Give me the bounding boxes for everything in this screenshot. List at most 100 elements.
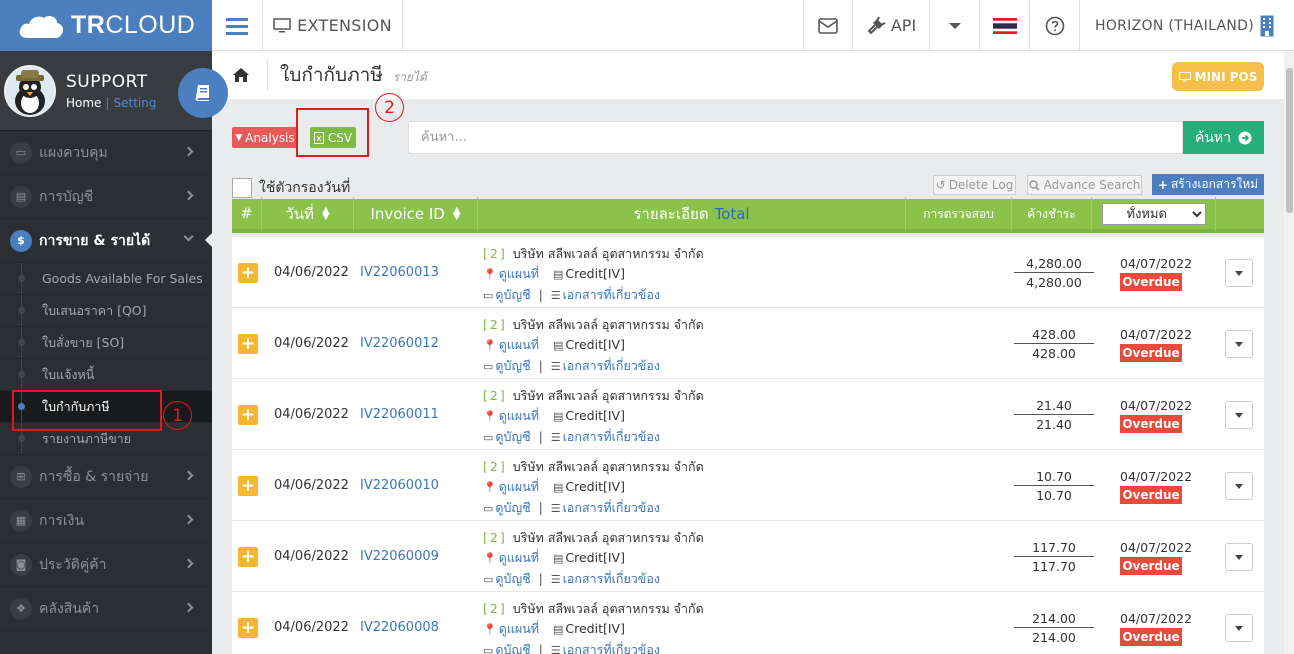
- expand-button[interactable]: +: [238, 476, 258, 496]
- expand-button[interactable]: +: [238, 263, 258, 283]
- table-row[interactable]: + 04/06/2022 IV22060013 [2] บริษัท สลีพเว…: [232, 237, 1264, 308]
- row-due-date: 04/07/2022: [1120, 540, 1193, 555]
- list-icon: ☰: [550, 289, 561, 302]
- date-filter-checkbox[interactable]: [232, 178, 252, 198]
- advance-search-button[interactable]: Advance Search: [1027, 175, 1142, 195]
- extension-button[interactable]: EXTENSION: [263, 0, 403, 51]
- table-row[interactable]: + 04/06/2022 IV22060012 [2] บริษัท สลีพเว…: [232, 308, 1264, 379]
- row-invoice-link[interactable]: IV22060009: [360, 549, 439, 564]
- table-row[interactable]: + 04/06/2022 IV22060008 [2] บริษัท สลีพเว…: [232, 592, 1264, 654]
- column-header-date[interactable]: วันที่ ▲ ▼: [262, 197, 354, 231]
- chevron-right-icon: [183, 514, 194, 525]
- scrollbar-thumb[interactable]: [1286, 68, 1293, 213]
- mail-button[interactable]: [804, 0, 853, 51]
- row-account-link[interactable]: ดูบัญชี: [495, 500, 530, 515]
- sidebar-item-purchases[interactable]: ⊞ การซื้อ & รายจ่าย: [0, 455, 212, 499]
- row-actions-dropdown[interactable]: [1225, 543, 1253, 571]
- delete-log-button[interactable]: ↺ Delete Log: [933, 175, 1016, 195]
- row-actions-dropdown[interactable]: [1225, 330, 1253, 358]
- row-account-link[interactable]: ดูบัญชี: [495, 642, 530, 654]
- brand-logo[interactable]: TRCLOUD: [0, 0, 212, 51]
- chevron-right-icon: [183, 558, 194, 569]
- sidebar-subitem-sales-order[interactable]: ใบสั่งขาย [SO]: [0, 327, 212, 359]
- profile-name: SUPPORT: [66, 71, 148, 92]
- brand-text-light: CLOUD: [105, 11, 196, 39]
- language-flag-button[interactable]: [980, 0, 1030, 51]
- table-row[interactable]: + 04/06/2022 IV22060009 [2] บริษัท สลีพเว…: [232, 521, 1264, 592]
- sidebar-subitem-quotation[interactable]: ใบเสนอราคา [QO]: [0, 295, 212, 327]
- row-account-link[interactable]: ดูบัญชี: [495, 571, 530, 586]
- home-link[interactable]: Home: [66, 96, 101, 110]
- sidebar-item-finance[interactable]: ▦ การเงิน: [0, 499, 212, 543]
- dropdown-toggle-button[interactable]: [930, 0, 980, 51]
- row-date: 04/06/2022: [274, 407, 349, 422]
- row-account-link[interactable]: ดูบัญชี: [495, 287, 530, 302]
- analysis-button[interactable]: ▼ Analysis: [232, 127, 298, 148]
- expand-button[interactable]: +: [238, 405, 258, 425]
- sidebar-subitem-invoice[interactable]: ใบแจ้งหนี้: [0, 359, 212, 391]
- row-invoice-link[interactable]: IV22060011: [360, 407, 439, 422]
- top-bar: EXTENSION API HORIZON (THAILAND): [212, 0, 1294, 51]
- row-actions-dropdown[interactable]: [1225, 401, 1253, 429]
- row-map-line: 📍 ดูแผนที่ ▤ Credit[IV]: [483, 477, 625, 497]
- column-header-invoice-id[interactable]: Invoice ID ▲ ▼: [354, 197, 478, 231]
- expand-button[interactable]: +: [238, 334, 258, 354]
- sidebar-item-contacts[interactable]: ◙ ประวัติคู่ค้า: [0, 543, 212, 587]
- chevron-right-icon: [183, 470, 194, 481]
- search-button[interactable]: ค้นหา: [1183, 121, 1264, 154]
- caret-down-icon: [948, 22, 961, 29]
- row-docs-link[interactable]: เอกสารที่เกี่ยวข้อง: [563, 642, 660, 654]
- row-invoice-link[interactable]: IV22060010: [360, 478, 439, 493]
- row-docs-link[interactable]: เอกสารที่เกี่ยวข้อง: [563, 500, 660, 515]
- row-invoice-link[interactable]: IV22060013: [360, 265, 439, 280]
- row-actions-dropdown[interactable]: [1225, 472, 1253, 500]
- row-actions-dropdown[interactable]: [1225, 259, 1253, 287]
- status-filter-select[interactable]: ทั้งหมด: [1101, 203, 1206, 225]
- sidebar-item-sales[interactable]: $ การขาย & รายได้: [0, 219, 212, 263]
- sidebar-item-inventory[interactable]: ❖ คลังสินค้า: [0, 587, 212, 631]
- desktop-icon: ▭: [483, 289, 494, 302]
- row-invoice-link[interactable]: IV22060012: [360, 336, 439, 351]
- expand-button[interactable]: +: [238, 547, 258, 567]
- row-docs-link[interactable]: เอกสารที่เกี่ยวข้อง: [563, 358, 660, 373]
- row-map-link[interactable]: ดูแผนที่: [499, 621, 539, 636]
- row-actions-dropdown[interactable]: [1225, 614, 1253, 642]
- row-map-link[interactable]: ดูแผนที่: [499, 408, 539, 423]
- setting-link[interactable]: Setting: [113, 96, 156, 110]
- row-account-link[interactable]: ดูบัญชี: [495, 358, 530, 373]
- status-badge: Overdue: [1120, 415, 1182, 433]
- company-selector[interactable]: HORIZON (THAILAND): [1080, 0, 1294, 51]
- date-filter-toggle[interactable]: ใช้ตัวกรองวันที่: [232, 177, 350, 199]
- sidebar-item-dashboard[interactable]: ▭ แผงควบคุม: [0, 131, 212, 175]
- row-company-name: บริษัท สลีพเวลล์ อุตสาหกรรม จำกัด: [512, 388, 704, 403]
- row-account-link[interactable]: ดูบัญชี: [495, 429, 530, 444]
- home-icon[interactable]: [232, 67, 250, 83]
- search-input[interactable]: [408, 121, 1183, 154]
- avatar[interactable]: [4, 64, 56, 117]
- row-docs-link[interactable]: เอกสารที่เกี่ยวข้อง: [563, 571, 660, 586]
- row-docs-link[interactable]: เอกสารที่เกี่ยวข้อง: [563, 429, 660, 444]
- row-map-link[interactable]: ดูแผนที่: [499, 479, 539, 494]
- table-row[interactable]: + 04/06/2022 IV22060010 [2] บริษัท สลีพเว…: [232, 450, 1264, 521]
- row-invoice-link[interactable]: IV22060008: [360, 620, 439, 635]
- expand-button[interactable]: +: [238, 618, 258, 638]
- table-row[interactable]: + 04/06/2022 IV22060011 [2] บริษัท สลีพเว…: [232, 379, 1264, 450]
- row-amount-total: 214.00: [1014, 611, 1094, 628]
- cart-icon: ⊞: [10, 465, 32, 488]
- row-map-link[interactable]: ดูแผนที่: [499, 337, 539, 352]
- row-amount-outstanding: 214.00: [1032, 630, 1076, 645]
- row-map-link[interactable]: ดูแผนที่: [499, 266, 539, 281]
- mini-pos-button[interactable]: MINI POS: [1172, 62, 1264, 91]
- row-docs-link[interactable]: เอกสารที่เกี่ยวข้อง: [563, 287, 660, 302]
- sidebar-subitem-goods-available[interactable]: Goods Available For Sales: [0, 263, 212, 295]
- row-company-line: [2] บริษัท สลีพเวลล์ อุตสาหกรรม จำกัด: [483, 244, 704, 264]
- sidebar-item-accounting[interactable]: ▤ การบัญชี: [0, 175, 212, 219]
- row-map-link[interactable]: ดูแผนที่: [499, 550, 539, 565]
- hamburger-menu-button[interactable]: [212, 0, 263, 51]
- book-button[interactable]: [178, 68, 228, 118]
- create-document-button[interactable]: + สร้างเอกสารใหม่: [1152, 174, 1264, 195]
- monitor-icon: [1178, 71, 1191, 81]
- api-button[interactable]: API: [853, 0, 930, 51]
- help-button[interactable]: [1030, 0, 1080, 51]
- column-header-total[interactable]: Total: [715, 205, 750, 223]
